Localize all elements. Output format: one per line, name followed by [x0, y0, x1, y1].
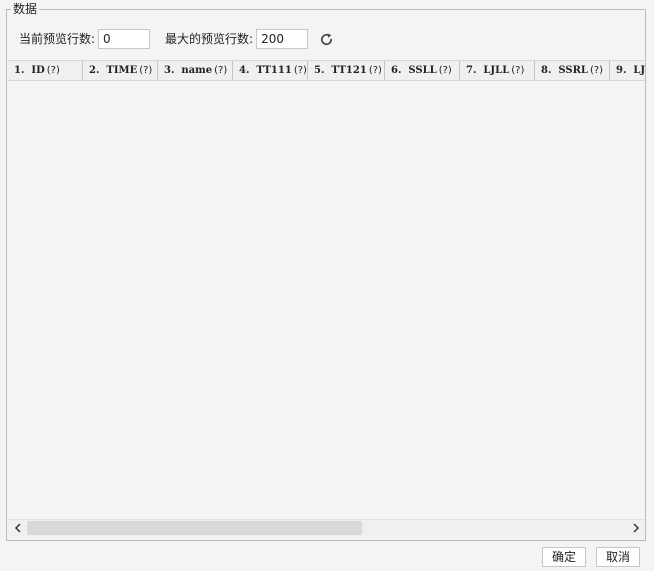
data-preview-dialog: 数据 当前预览行数: 最大的预览行数: 1. ID(?)2. TIME(?)3.… [0, 0, 654, 571]
column-header-label: 2. TIME [89, 65, 138, 76]
chevron-left-icon [14, 523, 21, 533]
column-header-label: 1. ID [14, 65, 45, 76]
scroll-thumb[interactable] [27, 521, 362, 535]
column-header[interactable]: 5. TT121 (?) [308, 61, 385, 80]
column-header[interactable]: 6. SSLL (?) [385, 61, 460, 80]
column-help-hint[interactable]: (?) [47, 65, 60, 76]
column-help-hint[interactable]: (?) [590, 65, 603, 76]
column-header-label: 5. TT121 [314, 65, 367, 76]
ok-button[interactable]: 确定 [542, 547, 586, 567]
scroll-track[interactable] [27, 521, 625, 535]
max-rows-label: 最大的预览行数: [165, 32, 254, 46]
group-title: 数据 [11, 2, 40, 17]
column-header[interactable]: 2. TIME (?) [83, 61, 158, 80]
column-header-label: 3. name [164, 65, 213, 76]
column-help-hint[interactable]: (?) [294, 65, 307, 76]
column-header[interactable]: 7. LJLL (?) [460, 61, 535, 80]
column-header-label: 6. SSLL [391, 65, 437, 76]
data-table: 1. ID (?) 2. TIME (?) 3. name (?) 4. TT111 (?) 5… [8, 60, 645, 538]
horizontal-scrollbar[interactable] [8, 519, 645, 536]
column-header[interactable]: 9. LJ [610, 61, 645, 80]
column-help-hint[interactable]: (?) [511, 65, 524, 76]
column-help-hint[interactable]: (?) [369, 65, 382, 76]
refresh-icon [320, 33, 332, 45]
scroll-left-button[interactable] [9, 520, 26, 536]
preview-toolbar: 当前预览行数: 最大的预览行数: [19, 29, 335, 49]
column-help-hint[interactable]: (?) [214, 65, 227, 76]
scroll-right-button[interactable] [627, 520, 644, 536]
column-header-label: 8. SSRL [541, 65, 588, 76]
column-header[interactable]: 3. name (?) [158, 61, 233, 80]
column-header-label: 4. TT111 [239, 65, 292, 76]
max-rows-input[interactable] [256, 29, 309, 49]
column-help-hint[interactable]: (?) [139, 65, 152, 76]
refresh-button[interactable] [317, 30, 335, 48]
current-rows-label: 当前预览行数: [19, 32, 96, 46]
column-header[interactable]: 4. TT111 (?) [233, 61, 308, 80]
column-header-label: 7. LJLL [466, 65, 510, 76]
current-rows-input[interactable] [98, 29, 151, 49]
cancel-button[interactable]: 取消 [596, 547, 640, 567]
table-header-row: 1. ID (?) 2. TIME (?) 3. name (?) 4. TT111 (?) 5… [8, 61, 645, 81]
column-help-hint[interactable]: (?) [439, 65, 452, 76]
column-header-label: 9. LJ [616, 65, 645, 76]
column-header[interactable]: 8. SSRL (?) [535, 61, 610, 80]
chevron-right-icon [632, 523, 639, 533]
column-header[interactable]: 1. ID (?) [8, 61, 83, 80]
